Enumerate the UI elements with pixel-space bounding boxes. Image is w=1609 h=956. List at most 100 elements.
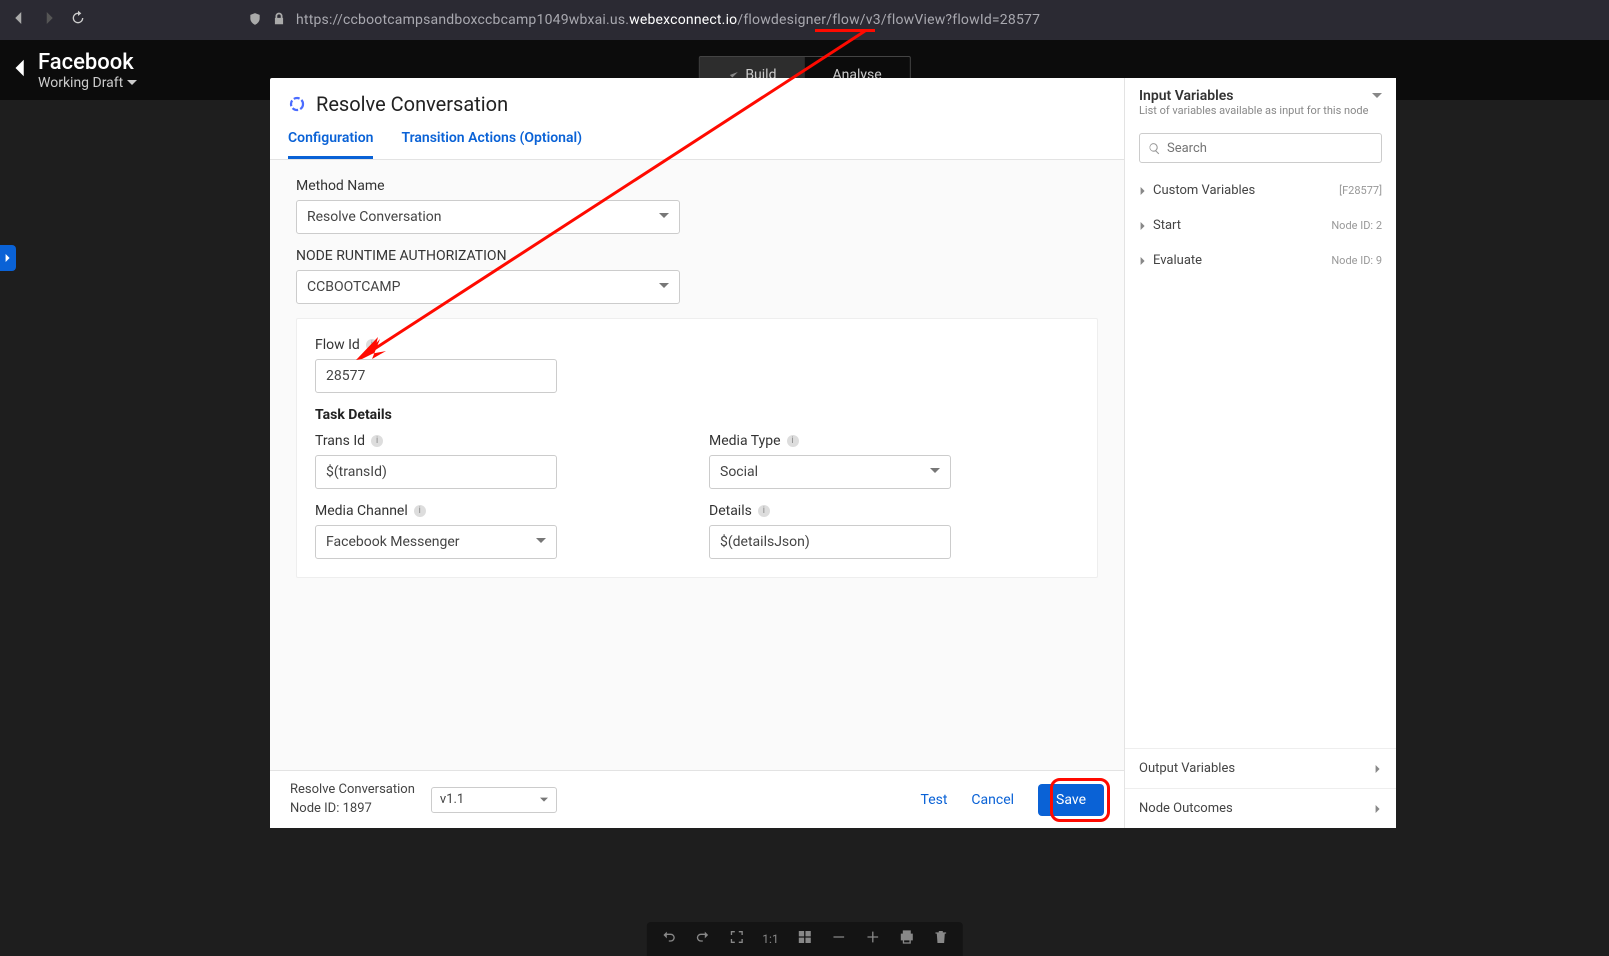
tree-meta: [F28577] bbox=[1339, 184, 1382, 197]
flowid-label-text: Flow Id bbox=[315, 337, 360, 353]
chevron-right-icon bbox=[1374, 765, 1382, 773]
chevron-down-icon bbox=[1372, 91, 1382, 101]
test-button[interactable]: Test bbox=[921, 792, 948, 808]
task-row2: Media Channeli Facebook Messenger Detail… bbox=[315, 503, 1079, 559]
flow-title-block: Facebook Working Draft bbox=[38, 50, 137, 91]
modal-footer: Resolve Conversation Node ID: 1897 v1.1 … bbox=[270, 770, 1124, 828]
flow-status[interactable]: Working Draft bbox=[38, 75, 137, 91]
node-config-modal: Resolve Conversation Configuration Trans… bbox=[270, 78, 1396, 828]
version-select[interactable]: v1.1 bbox=[431, 787, 557, 813]
input-variables-panel: Input Variables List of variables availa… bbox=[1124, 78, 1396, 828]
cancel-button[interactable]: Cancel bbox=[971, 792, 1014, 808]
minus-icon[interactable] bbox=[831, 929, 847, 949]
shield-icon bbox=[248, 11, 262, 30]
mediatype-label-text: Media Type bbox=[709, 433, 781, 449]
url-pre: https://ccbootcampsandboxccbcamp1049wbxa… bbox=[296, 12, 629, 28]
back-icon[interactable] bbox=[10, 9, 28, 31]
footer-actions: Test Cancel Save bbox=[921, 784, 1104, 816]
search-icon bbox=[1148, 142, 1161, 155]
reload-icon[interactable] bbox=[70, 10, 86, 30]
url-domain: webexconnect.io bbox=[629, 12, 737, 28]
auth-label: NODE RUNTIME AUTHORIZATION bbox=[296, 248, 1098, 264]
plus-icon[interactable] bbox=[865, 929, 881, 949]
config-panel: Flow Id i Task Details Trans Id i Media Ty… bbox=[296, 318, 1098, 578]
side-title-row[interactable]: Input Variables bbox=[1139, 88, 1382, 104]
tree-label: Evaluate bbox=[1153, 253, 1202, 268]
mediachannel-value: Facebook Messenger bbox=[326, 534, 460, 550]
chevron-down-icon bbox=[540, 796, 548, 804]
fit-icon[interactable] bbox=[728, 929, 744, 949]
info-icon[interactable]: i bbox=[366, 339, 378, 351]
method-name-row: Method Name Resolve Conversation bbox=[296, 178, 1098, 234]
transid-label: Trans Id i bbox=[315, 433, 685, 449]
side-search-input[interactable] bbox=[1167, 141, 1373, 156]
transid-input[interactable] bbox=[315, 455, 557, 489]
save-button[interactable]: Save bbox=[1038, 784, 1104, 816]
mediachannel-label: Media Channeli bbox=[315, 503, 685, 519]
tree-label: Custom Variables bbox=[1153, 183, 1255, 198]
footer-info: Resolve Conversation Node ID: 1897 bbox=[290, 781, 415, 817]
side-search[interactable] bbox=[1139, 133, 1382, 163]
forward-icon bbox=[40, 9, 58, 31]
chevron-right-icon bbox=[1374, 805, 1382, 813]
tab-transition-actions[interactable]: Transition Actions (Optional) bbox=[401, 130, 582, 159]
info-icon[interactable]: i bbox=[414, 505, 426, 517]
auth-row: NODE RUNTIME AUTHORIZATION CCBOOTCAMP bbox=[296, 248, 1098, 304]
chevron-right-icon bbox=[1139, 187, 1147, 195]
redo-icon[interactable] bbox=[694, 929, 710, 949]
flowid-row: Flow Id i bbox=[315, 337, 1079, 393]
mediachannel-select[interactable]: Facebook Messenger bbox=[315, 525, 557, 559]
output-variables-section[interactable]: Output Variables bbox=[1125, 748, 1396, 788]
lock-icon bbox=[272, 11, 286, 30]
grid-icon[interactable] bbox=[797, 929, 813, 949]
version-value: v1.1 bbox=[440, 792, 464, 807]
output-label: Output Variables bbox=[1139, 761, 1235, 776]
tree-row-custom[interactable]: Custom Variables [F28577] bbox=[1125, 173, 1396, 208]
mediatype-value: Social bbox=[720, 464, 758, 480]
annotation-underline bbox=[815, 29, 875, 32]
nav-arrows bbox=[10, 9, 86, 31]
mediatype-label: Media Type i bbox=[709, 433, 1079, 449]
modal-main: Resolve Conversation Configuration Trans… bbox=[270, 78, 1124, 828]
info-icon[interactable]: i bbox=[758, 505, 770, 517]
flow-name: Facebook bbox=[38, 50, 137, 75]
tree-row-evaluate[interactable]: Evaluate Node ID: 9 bbox=[1125, 243, 1396, 278]
tab-configuration[interactable]: Configuration bbox=[288, 130, 373, 159]
method-name-select[interactable]: Resolve Conversation bbox=[296, 200, 680, 234]
form-area: Method Name Resolve Conversation NODE RU… bbox=[270, 160, 1124, 828]
method-name-value: Resolve Conversation bbox=[307, 209, 441, 225]
chevron-right-icon bbox=[1139, 257, 1147, 265]
modal-header: Resolve Conversation bbox=[270, 78, 1124, 116]
url-text: https://ccbootcampsandboxccbcamp1049wbxa… bbox=[296, 12, 1040, 28]
tree-meta: Node ID: 2 bbox=[1331, 219, 1382, 232]
tree-row-start[interactable]: Start Node ID: 2 bbox=[1125, 208, 1396, 243]
modal-title: Resolve Conversation bbox=[316, 92, 508, 116]
side-header: Input Variables List of variables availa… bbox=[1125, 78, 1396, 127]
details-col: Detailsi bbox=[709, 503, 1079, 559]
browser-toolbar: https://ccbootcampsandboxccbcamp1049wbxa… bbox=[0, 0, 1609, 40]
details-label: Detailsi bbox=[709, 503, 1079, 519]
back-chevron-icon[interactable] bbox=[10, 57, 32, 83]
modal-tabs: Configuration Transition Actions (Option… bbox=[270, 116, 1124, 160]
auth-select[interactable]: CCBOOTCAMP bbox=[296, 270, 680, 304]
node-outcomes-section[interactable]: Node Outcomes bbox=[1125, 788, 1396, 828]
side-bottom: Output Variables Node Outcomes bbox=[1125, 748, 1396, 828]
chevron-down-icon bbox=[659, 279, 669, 295]
left-rail-expand[interactable] bbox=[0, 245, 16, 271]
side-title: Input Variables bbox=[1139, 88, 1233, 104]
info-icon[interactable]: i bbox=[371, 435, 383, 447]
url-bar[interactable]: https://ccbootcampsandboxccbcamp1049wbxa… bbox=[98, 11, 1599, 30]
transid-label-text: Trans Id bbox=[315, 433, 365, 449]
task-details-title: Task Details bbox=[315, 407, 1079, 423]
undo-icon[interactable] bbox=[660, 929, 676, 949]
trash-icon[interactable] bbox=[933, 929, 949, 949]
mediatype-select[interactable]: Social bbox=[709, 455, 951, 489]
print-icon[interactable] bbox=[899, 929, 915, 949]
flowid-input[interactable] bbox=[315, 359, 557, 393]
info-icon[interactable]: i bbox=[787, 435, 799, 447]
details-input[interactable] bbox=[709, 525, 951, 559]
side-subtitle: List of variables available as input for… bbox=[1139, 104, 1382, 117]
flowid-label: Flow Id i bbox=[315, 337, 1079, 353]
chevron-down-icon bbox=[930, 464, 940, 480]
url-post: /flowdesigner/flow/v3/flowView?flowId=28… bbox=[737, 12, 1040, 28]
